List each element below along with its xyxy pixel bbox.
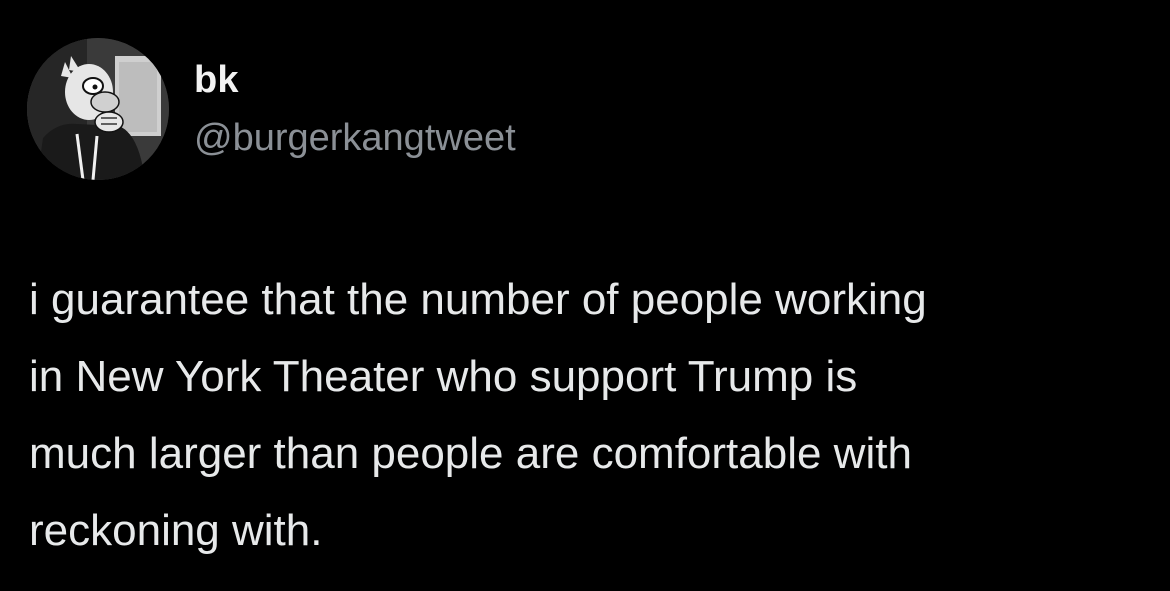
tweet-text-line: reckoning with. xyxy=(29,506,323,555)
username-handle[interactable]: @burgerkangtweet xyxy=(194,116,516,160)
tweet-text-line: much larger than people are comfortable … xyxy=(29,429,912,478)
avatar[interactable] xyxy=(27,38,169,180)
tweet-text: i guarantee that the number of people wo… xyxy=(29,261,1159,569)
tweet-text-line: i guarantee that the number of people wo… xyxy=(29,275,927,324)
tweet-text-line: in New York Theater who support Trump is xyxy=(29,352,858,401)
cartoon-character-avatar-icon xyxy=(27,38,169,180)
display-name[interactable]: bk xyxy=(194,58,239,102)
tweet-card: bk @burgerkangtweet i guarantee that the… xyxy=(0,0,1170,591)
